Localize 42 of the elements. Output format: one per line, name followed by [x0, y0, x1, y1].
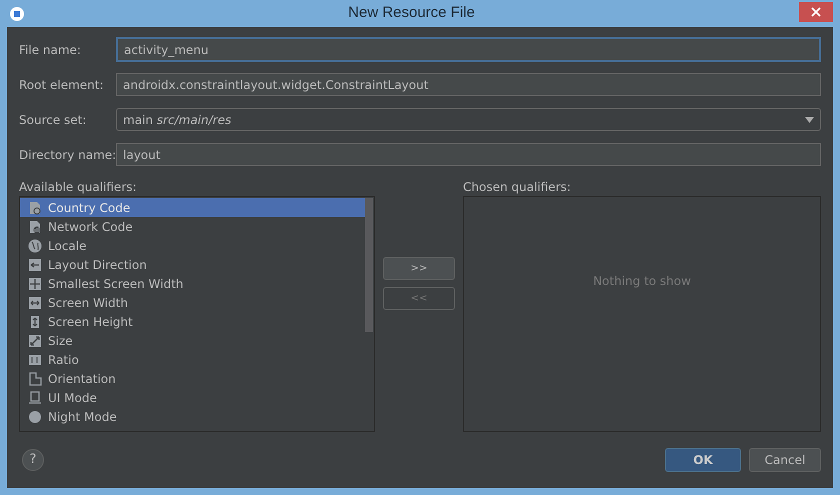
window-title: New Resource File: [347, 3, 476, 24]
empty-message: Nothing to show: [593, 273, 691, 288]
input-field[interactable]: layout: [116, 143, 821, 166]
dropdown[interactable]: main src/main/res: [116, 108, 821, 131]
list-item[interactable]: Screen Height: [20, 312, 365, 331]
field-label: Root element:: [19, 76, 105, 94]
transfer-button[interactable]: >>: [383, 257, 455, 280]
list-item[interactable]: Screen Width: [20, 293, 365, 312]
orientation-icon: [28, 372, 42, 386]
close-icon: [811, 7, 821, 17]
arrow-left-icon: [28, 258, 42, 272]
field-label: File name:: [19, 42, 82, 58]
cancel-button[interactable]: Cancel: [749, 448, 821, 472]
list-item[interactable]: Night Mode: [20, 407, 365, 426]
section-label: Chosen qualifiers:: [463, 179, 572, 196]
sim-card-icon: [28, 220, 42, 234]
field-label: Source set:: [19, 112, 88, 128]
input-field[interactable]: androidx.constraintlayout.widget.ConstraintLayout: [116, 73, 821, 96]
list-item[interactable]: Network Code: [20, 217, 365, 236]
list-item[interactable]: Size: [20, 331, 365, 350]
caret-icon: [805, 116, 814, 122]
vertical-arrows-icon: [28, 314, 42, 328]
app-icon: [10, 6, 24, 20]
ok-button[interactable]: OK: [665, 448, 741, 472]
list-item[interactable]: Locale: [20, 236, 365, 255]
section-label: Available qualifiers:: [19, 179, 138, 196]
list-item[interactable]: Ratio: [20, 350, 365, 369]
sim-card-icon: [28, 200, 42, 214]
scrollbar-thumb[interactable]: [365, 198, 373, 332]
help-button[interactable]: ?: [22, 449, 44, 471]
list-item[interactable]: UI Mode: [20, 388, 365, 407]
list-item[interactable]: Country Code: [20, 198, 365, 217]
list-item[interactable]: Orientation: [20, 369, 365, 388]
monitor-icon: [28, 390, 42, 404]
ratio-icon: [28, 352, 42, 366]
horizontal-arrows-icon: [28, 296, 42, 310]
resize-icon: [28, 334, 42, 348]
field-label: Directory name:: [19, 146, 116, 164]
list-item[interactable]: Layout Direction: [20, 255, 365, 274]
list-item[interactable]: Smallest Screen Width: [20, 274, 365, 293]
close-button[interactable]: [799, 2, 833, 22]
input-field[interactable]: activity_menu: [116, 37, 821, 62]
